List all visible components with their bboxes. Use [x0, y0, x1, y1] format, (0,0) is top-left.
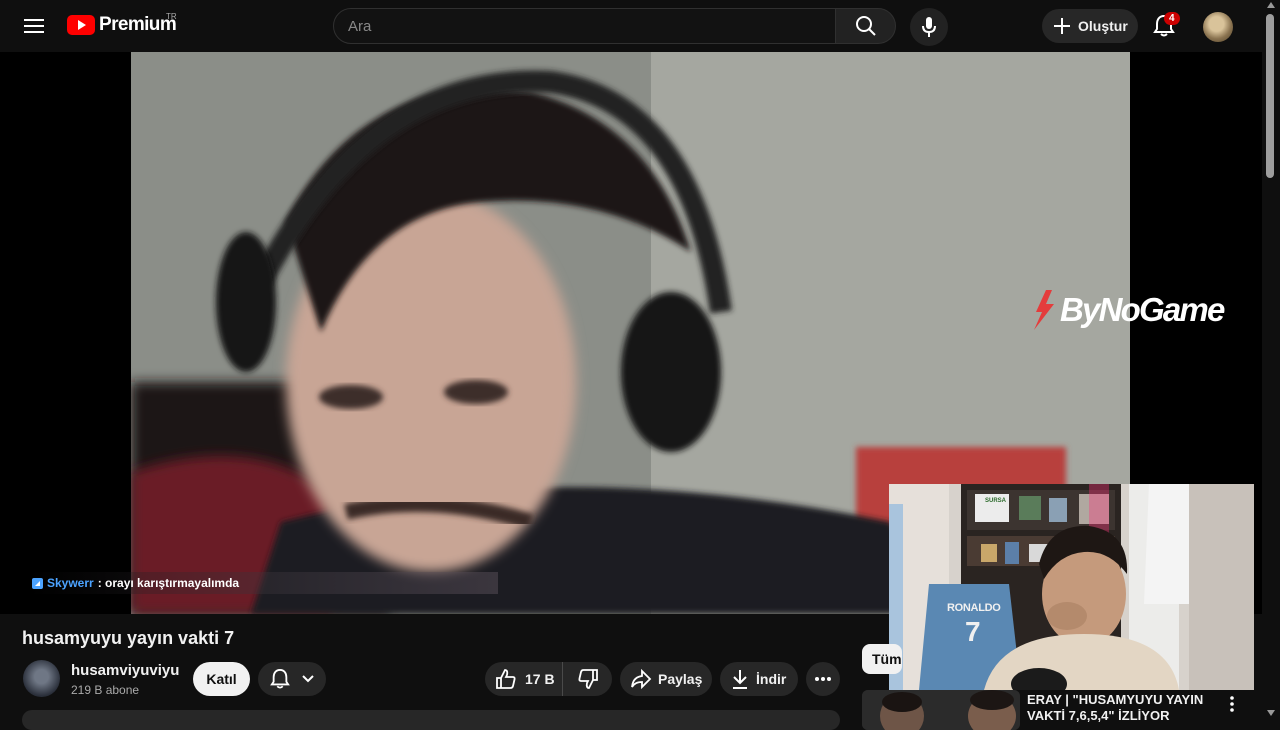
scroll-thumb[interactable]: [1266, 14, 1274, 178]
facecam-image: [889, 484, 1254, 690]
recommendation-menu-button[interactable]: [1222, 692, 1242, 716]
scroll-down-arrow-icon[interactable]: [1267, 710, 1275, 716]
create-button[interactable]: Oluştur: [1042, 9, 1138, 43]
youtube-premium-logo[interactable]: Premium: [67, 14, 177, 36]
account-avatar[interactable]: [1203, 12, 1233, 42]
download-button[interactable]: İndir: [720, 662, 798, 696]
create-label: Oluştur: [1078, 18, 1128, 34]
share-label: Paylaş: [658, 671, 703, 687]
subscriber-count: 219 B abone: [71, 683, 140, 697]
like-dislike-group: 17 B: [485, 662, 612, 696]
recommendation-title[interactable]: ERAY | "HUSAMYUYU YAYIN VAKTİ 7,6,5,4" İ…: [1027, 692, 1217, 724]
channel-avatar[interactable]: [23, 660, 60, 697]
search-box: [333, 8, 836, 44]
more-actions-button[interactable]: [806, 662, 840, 696]
description-box[interactable]: [22, 710, 840, 730]
youtube-logo-icon: [67, 15, 95, 35]
join-button[interactable]: Katıl: [193, 662, 250, 696]
search-button[interactable]: [835, 8, 896, 44]
top-bar: Premium TR Oluştur 4: [0, 0, 1262, 52]
page-scrollbar[interactable]: [1262, 0, 1280, 720]
more-vertical-icon: [1230, 696, 1234, 712]
microphone-icon: [922, 17, 936, 37]
download-label: İndir: [756, 671, 787, 687]
logo-text: Premium: [99, 14, 177, 35]
recommendation-thumbnail[interactable]: [862, 690, 1020, 730]
channel-name[interactable]: husamviyuviyu: [71, 662, 179, 679]
thumbs-down-icon: [578, 669, 598, 689]
notification-badge: 4: [1164, 12, 1180, 25]
chat-username: Skywerr: [47, 576, 94, 590]
chat-user-badge-icon: [32, 577, 43, 589]
download-icon: [733, 670, 747, 689]
chat-overlay-message: Skywerr : orayı karıştırmayalımda: [28, 572, 498, 594]
share-button[interactable]: Paylaş: [620, 662, 712, 696]
chevron-down-icon: [301, 675, 314, 683]
subscription-bell-button[interactable]: [258, 662, 326, 696]
facecam-overlay: RONALDO 7 SURSA: [889, 484, 1254, 690]
search-input[interactable]: [348, 17, 835, 35]
plus-icon: [1054, 18, 1070, 34]
video-title: husamyuyu yayın vakti 7: [22, 628, 235, 648]
like-count: 17 B: [525, 671, 555, 687]
search-icon: [855, 16, 876, 36]
dislike-button[interactable]: [563, 662, 612, 696]
bynogame-logo-icon: [1034, 290, 1054, 330]
jersey-number-text: 7: [965, 616, 981, 647]
notifications-button[interactable]: 4: [1148, 10, 1180, 42]
filter-chip-all[interactable]: Tümü: [862, 644, 902, 674]
jersey-name-text: RONALDO: [947, 602, 1001, 614]
sponsor-watermark: ByNoGame: [1028, 290, 1225, 330]
thumbs-up-icon: [496, 669, 516, 689]
recommendation-thumbnail-image: [862, 690, 1020, 730]
logo-region-code: TR: [166, 12, 177, 21]
like-button[interactable]: 17 B: [485, 662, 563, 696]
watermark-text: ByNoGame: [1060, 291, 1225, 328]
bell-icon: [269, 668, 290, 689]
share-icon: [631, 669, 652, 689]
more-horizontal-icon: [815, 677, 831, 681]
shelf-label-text: SURSA: [985, 498, 1007, 504]
scroll-up-arrow-icon[interactable]: [1267, 2, 1275, 8]
chat-message-text: : orayı karıştırmayalımda: [97, 576, 240, 590]
menu-icon[interactable]: [18, 10, 50, 42]
voice-search-button[interactable]: [910, 8, 948, 46]
